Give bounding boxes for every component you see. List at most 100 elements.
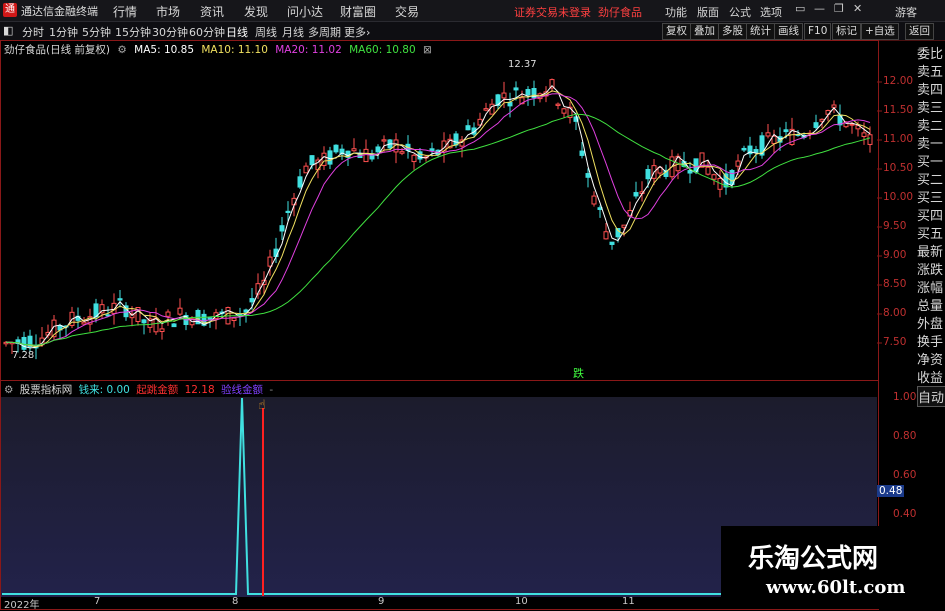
x-axis-label: 11 [622, 596, 635, 607]
candle-body [285, 210, 291, 214]
price-tick: 12.00 [883, 75, 914, 87]
candle-body [267, 256, 273, 267]
candle-body [561, 108, 567, 114]
candle-body [555, 103, 561, 106]
moving-average-lines [5, 84, 871, 349]
axis-ticks [877, 81, 882, 344]
side-item[interactable]: 涨跌 [917, 259, 945, 278]
price-tick: 10.50 [883, 162, 914, 174]
indicator-value-qitiao: 起跳金额 [136, 384, 179, 396]
side-item[interactable]: 外盘 [917, 313, 945, 332]
candle-body [711, 174, 717, 180]
side-item[interactable]: 卖二 [917, 115, 945, 134]
candle-body [303, 165, 309, 174]
candle-body [141, 319, 147, 324]
candle-body [687, 170, 693, 174]
side-item[interactable]: 委比 [917, 43, 945, 62]
candle-body [783, 129, 789, 133]
candle-body [735, 160, 741, 167]
price-tick: 7.50 [883, 336, 907, 348]
dash-icon: - [269, 384, 274, 396]
ma10-value: MA10: 11.10 [201, 44, 268, 56]
candle-body [207, 317, 213, 320]
candle-body [21, 336, 27, 350]
candle-body [591, 195, 597, 205]
settings-icon[interactable]: ⚙ [4, 384, 13, 396]
indicator-header: ⚙ 股票指标网 钱来: 0.00 起跳金额 12.18 验线金额 - [4, 382, 276, 397]
candle-body [429, 148, 435, 151]
indicator-name[interactable]: 股票指标网 [20, 384, 73, 396]
x-axis-label: 10 [515, 596, 528, 607]
candle-body [645, 169, 651, 180]
price-tick: 9.50 [883, 220, 907, 232]
candle-body [399, 151, 405, 154]
side-item[interactable]: 换手 [917, 331, 945, 350]
candle-body [603, 231, 609, 240]
ma5-value: MA5: 10.85 [134, 44, 194, 56]
price-tick: 11.50 [883, 104, 914, 116]
close-icon[interactable]: ⊠ [423, 44, 432, 56]
price-tick: 8.50 [883, 278, 907, 290]
ma20-value: MA20: 11.02 [275, 44, 342, 56]
candle-body [501, 92, 507, 99]
candle-body [585, 173, 591, 178]
signal-marker: 跌 [573, 367, 584, 380]
candle-body [465, 125, 471, 131]
candle-body [297, 176, 303, 188]
side-item[interactable]: 卖四 [917, 79, 945, 98]
candle-body [231, 317, 237, 321]
auto-button[interactable]: 自动 [917, 386, 945, 407]
indicator-tick: 0.40 [893, 508, 917, 520]
candle-body [507, 102, 513, 107]
side-item[interactable]: 买三 [917, 187, 945, 206]
indicator-current-value: 0.48 [877, 485, 905, 497]
candle-body [831, 104, 837, 108]
candle-body [327, 150, 333, 165]
x-axis-label: 7 [94, 596, 101, 607]
side-item[interactable]: 买四 [917, 205, 945, 224]
side-item[interactable]: 卖五 [917, 61, 945, 80]
settings-icon[interactable]: ⚙ [117, 44, 126, 56]
candle-body [165, 311, 171, 317]
stock-label: 劲仔食品(日线 前复权) [4, 44, 111, 56]
watermark-title: 乐淘公式网 [748, 544, 879, 574]
side-item[interactable]: 卖一 [917, 133, 945, 152]
candle-body [171, 323, 177, 328]
candle-body [753, 149, 759, 153]
candle-body [633, 192, 639, 197]
side-item[interactable]: 涨幅 [917, 277, 945, 296]
candle-body [159, 328, 165, 333]
candle-body [279, 225, 285, 232]
candle-body [249, 298, 255, 303]
side-item[interactable]: 卖三 [917, 97, 945, 116]
side-item[interactable]: 收益 [917, 367, 945, 386]
side-item[interactable]: 买一 [917, 151, 945, 170]
side-item[interactable]: 总量 [917, 295, 945, 314]
price-tick: 9.00 [883, 249, 907, 261]
candle-body [741, 147, 747, 151]
indicator-value-yanxian: 验线金额 [220, 384, 263, 396]
candle-body [411, 154, 417, 163]
indicator-tick: 1.00 [893, 391, 917, 403]
x-axis-label: 8 [232, 596, 239, 607]
candle-body [177, 307, 183, 315]
candle-body [381, 139, 387, 142]
side-item[interactable]: 净资 [917, 349, 945, 368]
indicator-tick: 0.80 [893, 430, 917, 442]
indicator-value-qianlai: 钱来: 0.00 [78, 384, 130, 396]
candle-body [765, 132, 771, 137]
side-item[interactable]: 最新 [917, 241, 945, 260]
price-tick: 11.00 [883, 133, 914, 145]
candle-body [375, 146, 381, 153]
ma60-value: MA60: 10.80 [349, 44, 416, 56]
price-tick: 10.00 [883, 191, 914, 203]
quote-side-panel: 委比 卖五 卖四 卖三 卖二 卖一 买一 买二 买三 买四 买五 最新 涨跌 涨… [917, 40, 945, 407]
side-item[interactable]: 买二 [917, 169, 945, 188]
chart-canvas[interactable] [0, 0, 945, 609]
side-item[interactable]: 买五 [917, 223, 945, 242]
candle-body [525, 89, 531, 96]
candle-body [333, 144, 339, 153]
candlestick-series [3, 78, 873, 360]
candle-body [813, 122, 819, 128]
ma-header: 劲仔食品(日线 前复权) ⚙ MA5: 10.85 MA10: 11.10 MA… [4, 42, 436, 57]
